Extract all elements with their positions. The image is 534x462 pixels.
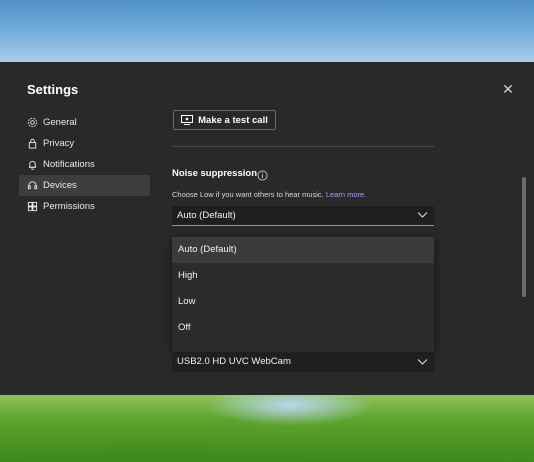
make-test-call-button[interactable]: Make a test call (173, 110, 276, 130)
nav-item-label: General (43, 117, 77, 128)
info-icon[interactable] (257, 168, 268, 181)
dropdown-option-high[interactable]: High (172, 263, 434, 289)
dropdown-option-auto[interactable]: Auto (Default) (172, 237, 434, 263)
lock-icon (27, 138, 38, 149)
dialog-title: Settings (27, 82, 79, 97)
learn-more-link[interactable]: Learn more. (326, 190, 366, 199)
settings-dialog: Settings ✕ General Privacy Notifications… (0, 62, 534, 395)
desktop-wallpaper-sky (0, 0, 534, 62)
noise-suppression-description: Choose Low if you want others to hear mu… (172, 190, 366, 199)
section-divider (172, 146, 434, 147)
headset-icon (27, 180, 38, 191)
chevron-down-icon (417, 359, 428, 365)
chevron-down-icon (417, 212, 428, 218)
nav-item-label: Privacy (43, 138, 75, 149)
grid-icon (27, 201, 38, 212)
nav-item-devices[interactable]: Devices (19, 175, 150, 196)
video-call-icon (181, 115, 194, 125)
nav-item-privacy[interactable]: Privacy (19, 133, 150, 154)
nav-item-notifications[interactable]: Notifications (19, 154, 150, 175)
nav-item-label: Permissions (43, 201, 95, 212)
nav-item-permissions[interactable]: Permissions (19, 196, 150, 217)
nav-item-label: Devices (43, 180, 77, 191)
test-call-label: Make a test call (198, 114, 268, 126)
dropdown-option-low[interactable]: Low (172, 289, 434, 315)
dropdown-option-off[interactable]: Off (172, 315, 434, 341)
select-value: Auto (Default) (177, 210, 236, 221)
nav-item-general[interactable]: General (19, 112, 150, 133)
scrollbar-thumb[interactable] (522, 177, 526, 297)
bell-icon (27, 159, 38, 170)
description-text: Choose Low if you want others to hear mu… (172, 190, 324, 199)
noise-suppression-title: Noise suppression (172, 168, 257, 179)
close-button[interactable]: ✕ (498, 79, 518, 99)
desktop-wallpaper-hills (0, 395, 534, 462)
noise-suppression-select[interactable]: Auto (Default) (172, 206, 434, 226)
camera-select-value: USB2.0 HD UVC WebCam (177, 356, 291, 367)
noise-suppression-dropdown: Auto (Default) High Low Off (172, 237, 434, 352)
gear-icon (27, 117, 38, 128)
settings-nav: General Privacy Notifications Devices Pe… (19, 112, 150, 217)
camera-select[interactable]: USB2.0 HD UVC WebCam (172, 352, 434, 372)
nav-item-label: Notifications (43, 159, 95, 170)
